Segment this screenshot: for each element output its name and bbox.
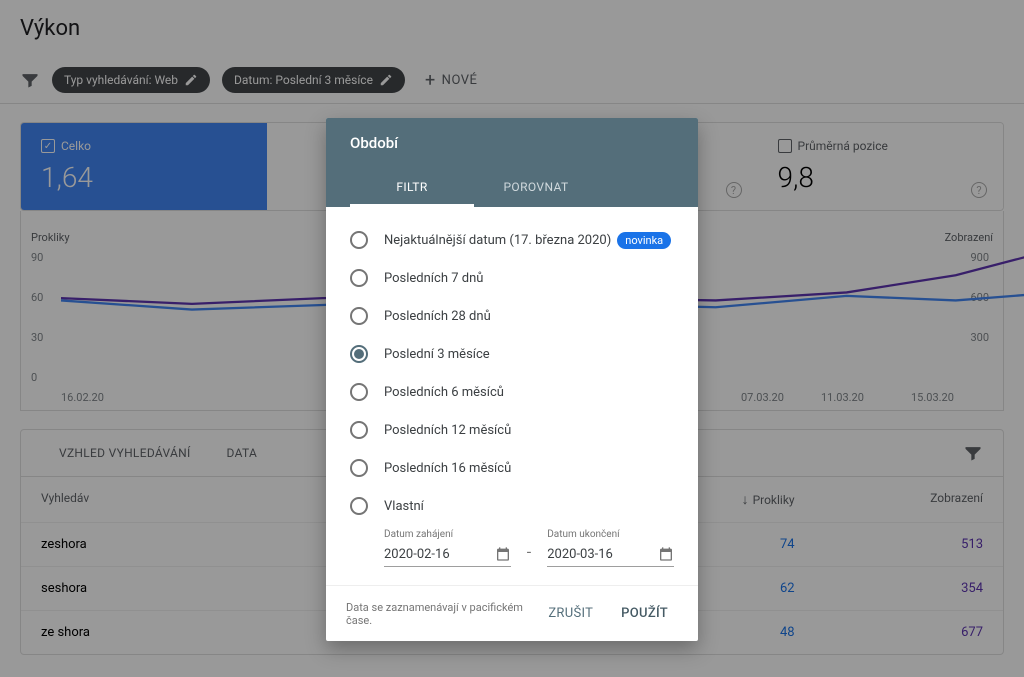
dash-separator: -: [527, 542, 531, 567]
calendar-icon: [658, 546, 674, 562]
radio-label: Posledních 12 měsíců: [384, 423, 511, 438]
radio-icon: [350, 459, 368, 477]
date-value: 2020-02-16: [384, 547, 450, 562]
radio-label: Poslední 3 měsíce: [384, 347, 490, 362]
radio-custom[interactable]: Vlastní: [350, 487, 674, 525]
modal-title: Období: [350, 134, 674, 152]
radio-icon: [350, 421, 368, 439]
radio-icon: [350, 345, 368, 363]
radio-latest[interactable]: Nejaktuálnější datum (17. března 2020) no…: [350, 221, 674, 259]
date-start-input[interactable]: 2020-02-16: [384, 542, 511, 567]
modal-tab-compare[interactable]: POROVNAT: [474, 170, 598, 207]
badge-new: novinka: [617, 232, 671, 249]
radio-label: Posledních 6 měsíců: [384, 385, 504, 400]
radio-label: Vlastní: [384, 499, 424, 514]
radio-7days[interactable]: Posledních 7 dnů: [350, 259, 674, 297]
date-end-label: Datum ukončení: [547, 529, 674, 540]
radio-6months[interactable]: Posledních 6 měsíců: [350, 373, 674, 411]
radio-icon: [350, 497, 368, 515]
calendar-icon: [495, 546, 511, 562]
radio-label: Posledních 7 dnů: [384, 271, 483, 286]
radio-label: Nejaktuálnější datum (17. března 2020): [384, 233, 611, 248]
date-inputs: Datum zahájení 2020-02-16 - Datum ukonče…: [384, 529, 674, 567]
modal-backdrop[interactable]: Období FILTR POROVNAT Nejaktuálnější dat…: [0, 0, 1024, 677]
apply-button[interactable]: POUŽÍT: [611, 600, 678, 627]
date-start-label: Datum zahájení: [384, 529, 511, 540]
radio-3months[interactable]: Poslední 3 měsíce: [350, 335, 674, 373]
radio-label: Posledních 16 měsíců: [384, 461, 511, 476]
footer-note: Data se zaznamenávají v pacifickém čase.: [346, 601, 538, 627]
modal-tab-filter[interactable]: FILTR: [350, 170, 474, 207]
radio-icon: [350, 269, 368, 287]
date-end-input[interactable]: 2020-03-16: [547, 542, 674, 567]
radio-icon: [350, 231, 368, 249]
modal-footer: Data se zaznamenávají v pacifickém čase.…: [326, 585, 698, 641]
radio-28days[interactable]: Posledních 28 dnů: [350, 297, 674, 335]
radio-icon: [350, 307, 368, 325]
radio-label: Posledních 28 dnů: [384, 309, 491, 324]
date-range-modal: Období FILTR POROVNAT Nejaktuálnější dat…: [326, 118, 698, 641]
cancel-button[interactable]: ZRUŠIT: [538, 600, 603, 627]
date-value: 2020-03-16: [547, 547, 613, 562]
radio-12months[interactable]: Posledních 12 měsíců: [350, 411, 674, 449]
modal-body: Nejaktuálnější datum (17. března 2020) no…: [326, 207, 698, 575]
radio-16months[interactable]: Posledních 16 měsíců: [350, 449, 674, 487]
radio-icon: [350, 383, 368, 401]
modal-header: Období FILTR POROVNAT: [326, 118, 698, 207]
